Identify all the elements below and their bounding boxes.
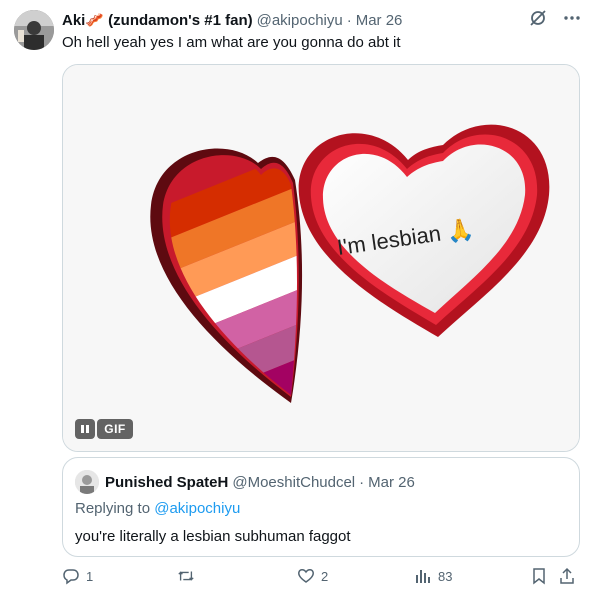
tweet-text: Oh hell yeah yes I am what are you gonna… (62, 34, 401, 51)
share-button[interactable] (558, 567, 576, 585)
replying-prefix: Replying to (75, 500, 155, 517)
like-count: 2 (321, 568, 329, 584)
replying-handle[interactable]: @akipochiyu (154, 500, 240, 517)
tweet-date[interactable]: Mar 26 (356, 12, 403, 29)
reply-button[interactable]: 1 (62, 567, 93, 585)
gif-badge: GIF (97, 419, 133, 439)
avatar[interactable] (14, 10, 54, 50)
heart-gif-image: I'm lesbian 🙏 (63, 65, 579, 451)
separator-dot: · (346, 11, 352, 29)
quote-handle[interactable]: @MoeshitChudcel (232, 474, 355, 491)
retweet-icon (178, 571, 194, 581)
views-button[interactable]: 83 (414, 567, 452, 585)
retweet-button[interactable] (177, 567, 195, 585)
heart-icon (298, 569, 314, 583)
views-icon (416, 570, 430, 583)
bookmark-icon (533, 568, 545, 585)
like-button[interactable]: 2 (297, 567, 328, 585)
quote-header: Punished SpateH @MoeshitChudcel · Mar 26 (75, 470, 415, 494)
bookmark-button[interactable] (530, 567, 548, 585)
views-count: 83 (438, 568, 453, 584)
replying-to: Replying to @akipochiyu (75, 500, 240, 517)
quoted-tweet[interactable]: Punished SpateH @MoeshitChudcel · Mar 26… (62, 457, 580, 557)
user-handle[interactable]: @akipochiyu (257, 12, 343, 29)
display-name[interactable]: Aki🥓 (zundamon's #1 fan) (62, 11, 253, 29)
action-bar: 1 2 83 (62, 567, 582, 591)
tweet: Aki🥓 (zundamon's #1 fan) @akipochiyu · M… (0, 0, 596, 593)
pause-icon[interactable] (75, 419, 95, 439)
quote-display-name[interactable]: Punished SpateH (105, 474, 228, 491)
reply-count: 1 (86, 568, 94, 584)
quote-text: you're literally a lesbian subhuman fagg… (75, 528, 351, 545)
share-icon (560, 567, 574, 584)
tweet-header: Aki🥓 (zundamon's #1 fan) @akipochiyu · M… (62, 10, 536, 30)
reply-icon (63, 569, 79, 585)
quote-separator-dot: · (359, 473, 365, 491)
quote-avatar[interactable] (75, 470, 99, 494)
top-actions (528, 8, 582, 28)
gif-controls: GIF (75, 419, 133, 439)
grok-icon[interactable] (528, 8, 548, 28)
more-icon[interactable] (562, 8, 582, 28)
avatar-image (14, 10, 54, 50)
gif-media[interactable]: I'm lesbian 🙏 GIF (62, 64, 580, 452)
quote-date[interactable]: Mar 26 (368, 474, 415, 491)
